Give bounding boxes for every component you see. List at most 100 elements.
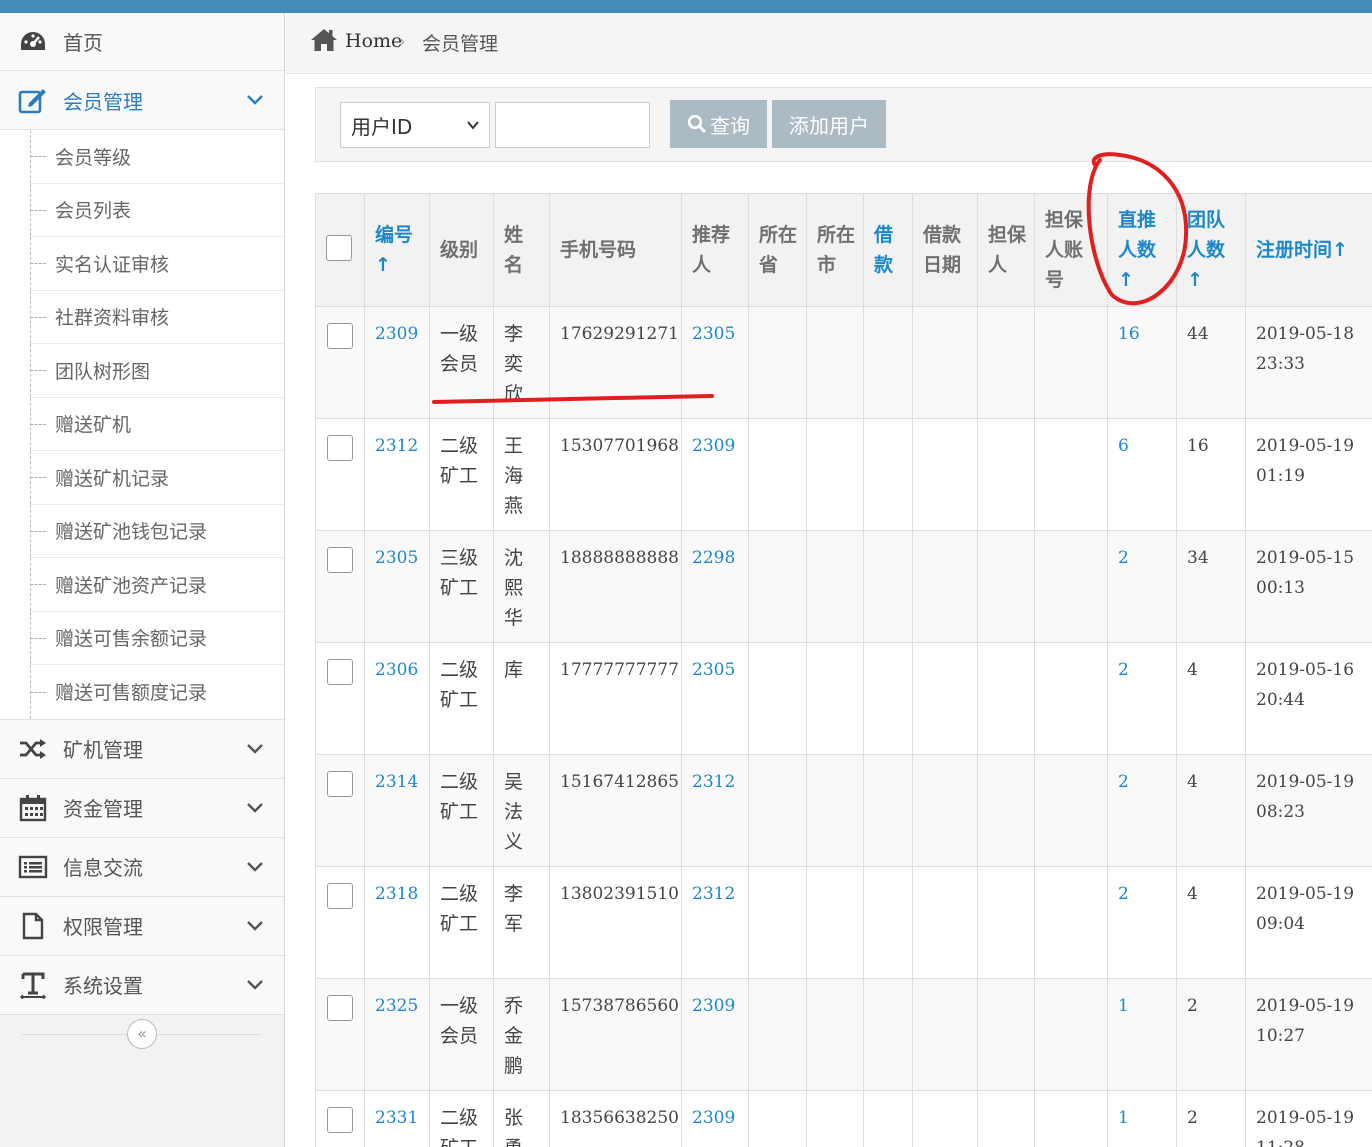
top-bar bbox=[0, 0, 1372, 13]
chevron-down-icon bbox=[247, 95, 263, 105]
submenu-item[interactable]: 社群资料审核 bbox=[30, 290, 284, 344]
cell-direct-referrals-link[interactable]: 1 bbox=[1118, 1108, 1129, 1128]
cell-direct-referrals-link[interactable]: 2 bbox=[1118, 660, 1129, 680]
cell-name: 沈熙华 bbox=[493, 530, 550, 643]
cell-level: 二级矿工 bbox=[429, 754, 494, 867]
search-icon bbox=[687, 114, 707, 134]
nav-item-permission-management[interactable]: 权限管理 bbox=[0, 896, 284, 956]
nav-label: 信息交流 bbox=[63, 856, 143, 880]
row-checkbox[interactable] bbox=[327, 1107, 353, 1133]
submenu-item[interactable]: 会员列表 bbox=[30, 183, 284, 237]
cell-loan bbox=[863, 530, 913, 643]
submenu-item[interactable]: 赠送可售余额记录 bbox=[30, 611, 284, 665]
cell-direct-referrals-link[interactable]: 2 bbox=[1118, 884, 1129, 904]
submenu-item[interactable]: 团队树形图 bbox=[30, 344, 284, 398]
header-direct-referrals[interactable]: 直推人数↑ bbox=[1107, 193, 1177, 307]
cell-city bbox=[806, 418, 864, 531]
cell-id-link[interactable]: 2314 bbox=[375, 772, 418, 792]
register-time: 00:13 bbox=[1256, 578, 1305, 598]
home-icon bbox=[311, 29, 337, 51]
cell-referrer-link[interactable]: 2309 bbox=[692, 1108, 735, 1128]
cell-id-link[interactable]: 2312 bbox=[375, 436, 418, 456]
cell-referrer: 2305 bbox=[681, 306, 749, 419]
cell-guarantor bbox=[977, 306, 1035, 419]
search-input[interactable] bbox=[495, 102, 650, 148]
register-time: 10:27 bbox=[1256, 1026, 1305, 1046]
cell-direct-referrals-link[interactable]: 1 bbox=[1118, 996, 1129, 1016]
submenu-item[interactable]: 会员等级 bbox=[30, 130, 284, 184]
add-user-button[interactable]: 添加用户 bbox=[772, 100, 886, 148]
row-checkbox[interactable] bbox=[327, 995, 353, 1021]
header-loan[interactable]: 借款 bbox=[863, 193, 913, 307]
row-checkbox[interactable] bbox=[327, 771, 353, 797]
row-checkbox[interactable] bbox=[327, 659, 353, 685]
cell-id: 2314 bbox=[364, 754, 430, 867]
cell-referrer: 2312 bbox=[681, 866, 749, 979]
query-button[interactable]: 查询 bbox=[670, 100, 767, 148]
chevron-down-icon bbox=[247, 920, 263, 931]
chevron-down-icon bbox=[247, 979, 263, 990]
cell-referrer-link[interactable]: 2312 bbox=[692, 772, 735, 792]
cell-referrer: 2309 bbox=[681, 978, 749, 1091]
cell-id-link[interactable]: 2306 bbox=[375, 660, 418, 680]
cell-guarantor-account bbox=[1034, 1090, 1108, 1147]
cell-guarantor-account bbox=[1034, 642, 1108, 755]
cell-referrer-link[interactable]: 2298 bbox=[692, 548, 735, 568]
header-referrer: 推荐人 bbox=[681, 193, 749, 307]
register-date: 2019-05-19 bbox=[1256, 772, 1355, 792]
cell-direct-referrals-link[interactable]: 16 bbox=[1118, 324, 1140, 344]
submenu-item[interactable]: 赠送矿池钱包记录 bbox=[30, 504, 284, 558]
register-date: 2019-05-19 bbox=[1256, 996, 1355, 1016]
submenu-item[interactable]: 赠送矿池资产记录 bbox=[30, 558, 284, 612]
header-register-time[interactable]: 注册时间↑ bbox=[1245, 193, 1372, 307]
list-icon bbox=[18, 853, 48, 881]
row-checkbox[interactable] bbox=[327, 435, 353, 461]
submenu-item[interactable]: 赠送可售额度记录 bbox=[30, 665, 284, 719]
cell-loan-date bbox=[912, 306, 978, 419]
select-all-checkbox[interactable] bbox=[326, 234, 352, 261]
register-time: 08:23 bbox=[1256, 802, 1305, 822]
cell-referrer-link[interactable]: 2309 bbox=[692, 436, 735, 456]
nav-item-home[interactable]: 首页 bbox=[0, 13, 284, 71]
cell-loan-date bbox=[912, 978, 978, 1091]
breadcrumb-home-link[interactable]: Home bbox=[345, 30, 402, 52]
header-team-size[interactable]: 团队人数↑ bbox=[1176, 193, 1246, 307]
cell-id-link[interactable]: 2309 bbox=[375, 324, 418, 344]
chevron-down-icon bbox=[247, 861, 263, 872]
cell-id-link[interactable]: 2331 bbox=[375, 1108, 418, 1128]
row-checkbox[interactable] bbox=[327, 883, 353, 909]
cell-direct-referrals-link[interactable]: 2 bbox=[1118, 548, 1129, 568]
cell-loan-date bbox=[912, 418, 978, 531]
header-guarantor-account: 担保人账号 bbox=[1034, 193, 1108, 307]
cell-id-link[interactable]: 2318 bbox=[375, 884, 418, 904]
cell-province bbox=[748, 754, 807, 867]
cell-direct-referrals-link[interactable]: 2 bbox=[1118, 772, 1129, 792]
double-chevron-left-icon[interactable]: « bbox=[127, 1018, 157, 1049]
cell-id-link[interactable]: 2305 bbox=[375, 548, 418, 568]
cell-loan bbox=[863, 866, 913, 979]
cell-referrer-link[interactable]: 2312 bbox=[692, 884, 735, 904]
search-field-select[interactable]: 用户ID bbox=[340, 102, 490, 148]
cell-id-link[interactable]: 2325 bbox=[375, 996, 418, 1016]
cell-referrer-link[interactable]: 2305 bbox=[692, 660, 735, 680]
submenu-item[interactable]: 赠送矿机 bbox=[30, 397, 284, 451]
register-time: 09:04 bbox=[1256, 914, 1305, 934]
query-label: 查询 bbox=[710, 113, 750, 138]
submenu-item[interactable]: 实名认证审核 bbox=[30, 237, 284, 291]
cell-referrer-link[interactable]: 2309 bbox=[692, 996, 735, 1016]
header-id[interactable]: 编号↑ bbox=[364, 193, 430, 307]
nav-item-member-management[interactable]: 会员管理 bbox=[0, 71, 284, 130]
row-checkbox[interactable] bbox=[327, 547, 353, 573]
cell-id: 2325 bbox=[364, 978, 430, 1091]
submenu-item[interactable]: 赠送矿机记录 bbox=[30, 451, 284, 505]
nav-item-system-settings[interactable]: 系统设置 bbox=[0, 955, 284, 1015]
cell-direct-referrals-link[interactable]: 6 bbox=[1118, 436, 1129, 456]
cell-referrer-link[interactable]: 2305 bbox=[692, 324, 735, 344]
row-checkbox[interactable] bbox=[327, 323, 353, 349]
cell-register-time: 2019-05-16 20:44 bbox=[1245, 642, 1372, 755]
cell-register-time: 2019-05-19 09:04 bbox=[1245, 866, 1372, 979]
nav-item-miner-management[interactable]: 矿机管理 bbox=[0, 719, 284, 779]
cell-guarantor bbox=[977, 1090, 1035, 1147]
nav-item-fund-management[interactable]: 资金管理 bbox=[0, 778, 284, 838]
nav-item-info-exchange[interactable]: 信息交流 bbox=[0, 837, 284, 897]
